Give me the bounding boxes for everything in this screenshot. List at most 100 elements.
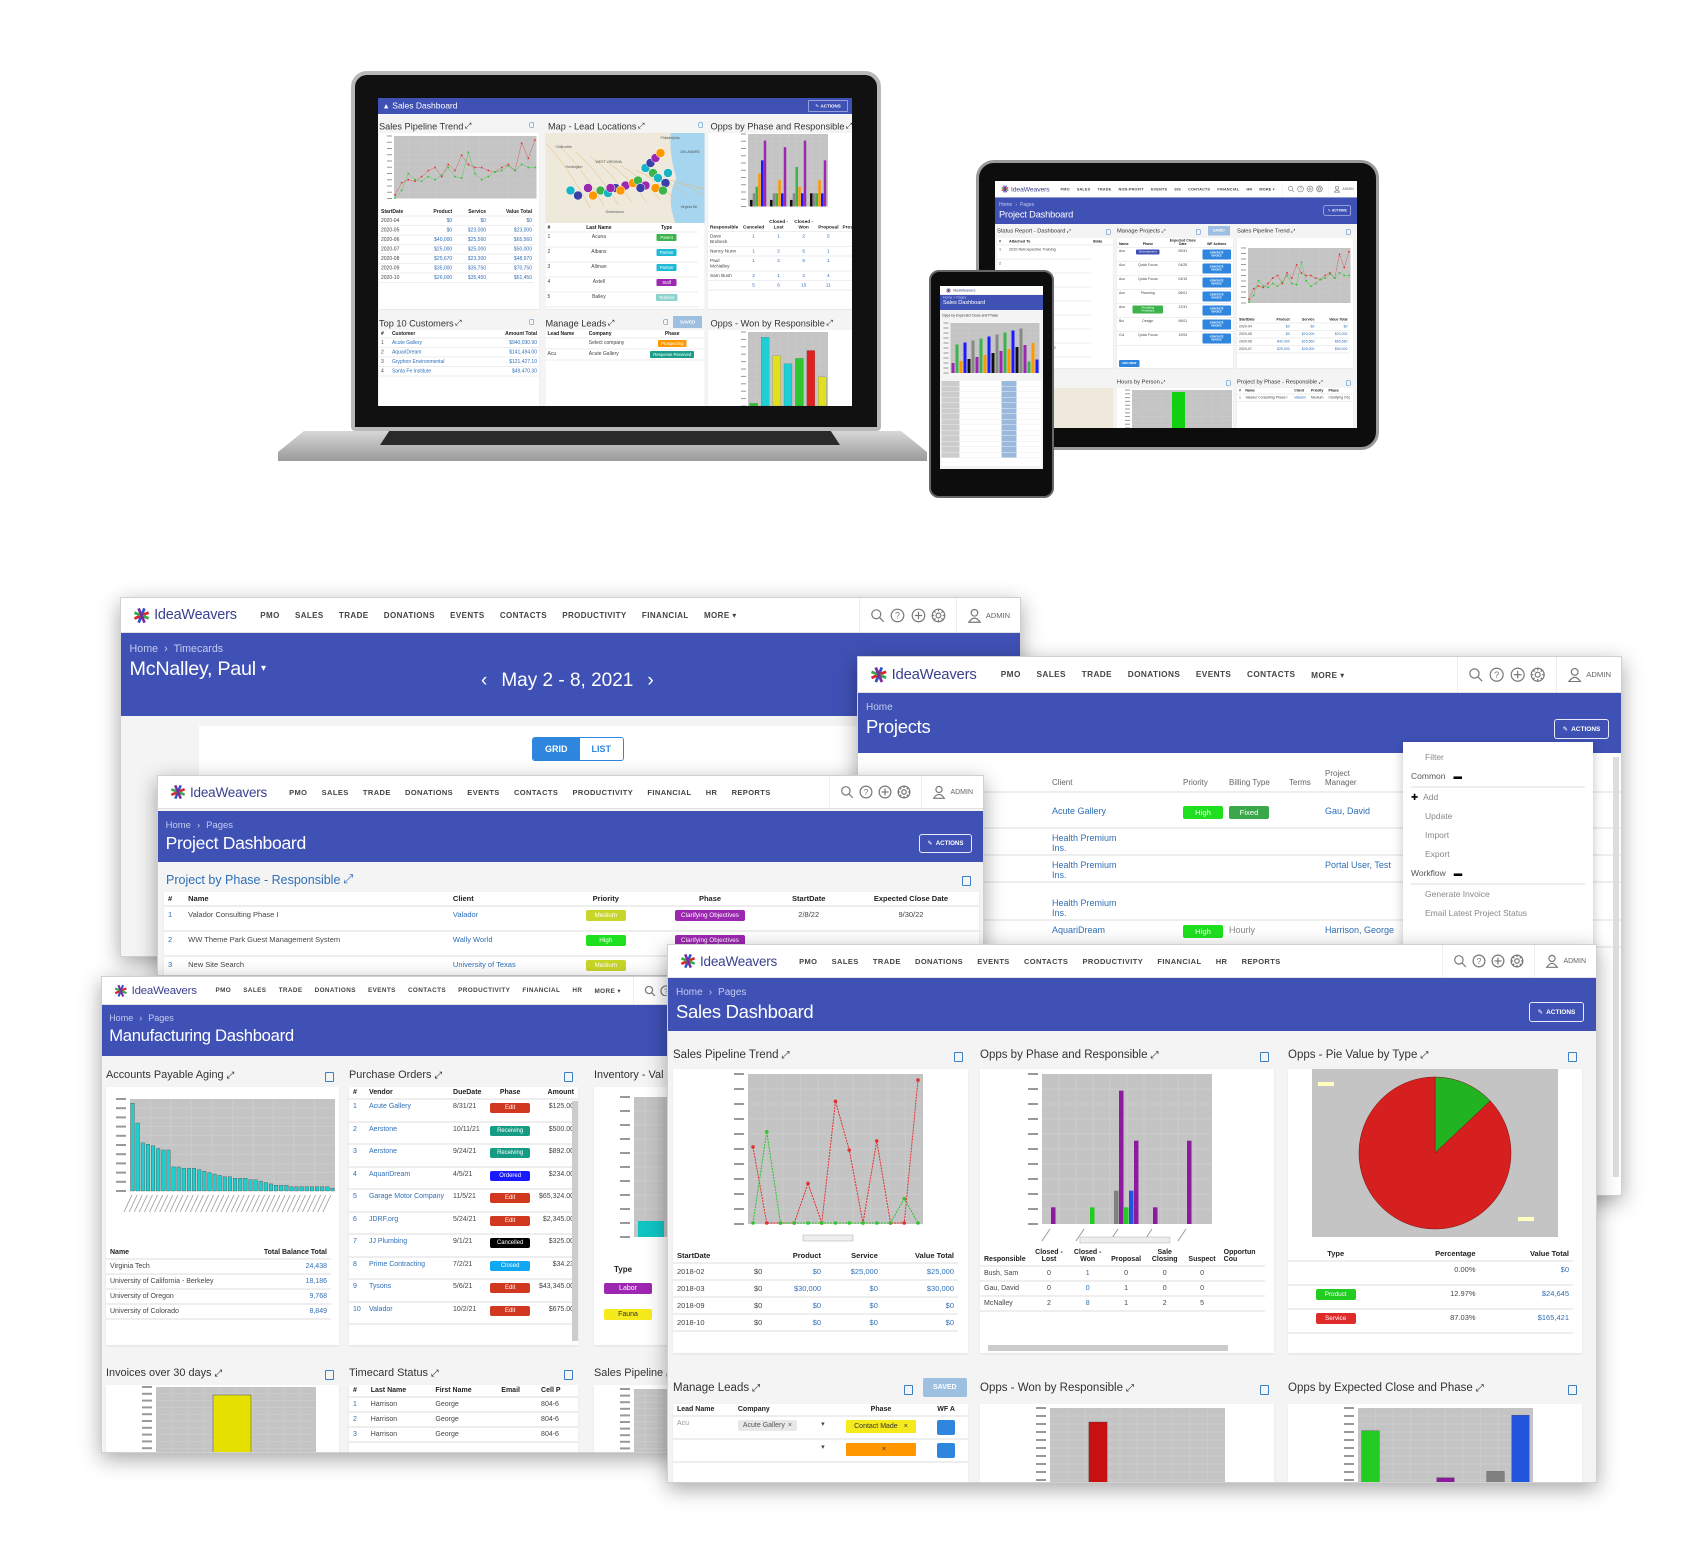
panel-menu-icon[interactable] — [954, 1052, 963, 1062]
table-cell[interactable]: 1 — [741, 246, 767, 257]
column-header-value-total[interactable]: Value Total — [1479, 1247, 1573, 1262]
panel-menu-icon[interactable] — [698, 122, 703, 128]
user-icon[interactable] — [932, 785, 946, 799]
table-row[interactable]: 4 Axtell Staff — [545, 277, 698, 293]
nav-item-pmo[interactable]: PMO — [1001, 670, 1021, 680]
column-header-wf-a[interactable]: WF A — [933, 1404, 968, 1417]
column-header-closed-lost[interactable]: Closed - Lost — [766, 218, 792, 232]
table-cell[interactable]: Acute Gallery — [364, 1099, 450, 1123]
column-header-total-balance-total[interactable]: Total Balance Total — [243, 1247, 331, 1260]
table-cell[interactable]: Health Premium Ins. — [1052, 860, 1132, 880]
status-badge[interactable]: Partner — [656, 264, 677, 271]
column-header-proposal[interactable]: Proposal — [816, 218, 841, 232]
phase-value[interactable]: Quick Focus — [1138, 278, 1157, 282]
status-badge[interactable]: Edit — [490, 1215, 531, 1226]
expand-icon[interactable]: ⤢ — [826, 319, 832, 328]
status-badge[interactable]: Edit — [490, 1283, 531, 1293]
table-cell[interactable]: $25,000 — [881, 1263, 958, 1281]
column-header-statu[interactable]: Statu — [1090, 238, 1113, 246]
expand-icon[interactable]: ⤢ — [781, 1050, 789, 1061]
column-header-0[interactable]: # — [379, 330, 390, 339]
expand-icon[interactable]: ⤢ — [1420, 1050, 1428, 1061]
column-header-startdate[interactable]: StartDate — [673, 1249, 740, 1264]
table-row[interactable]: 2020-06 $40,000 $25,560 $65,560 — [1237, 338, 1350, 346]
table-cell[interactable]: Acute Gallery — [389, 338, 482, 348]
user-menu[interactable]: ADMIN — [1327, 181, 1357, 197]
table-row[interactable]: 5 6 15 11 — [708, 280, 852, 291]
next-week-icon[interactable]: › — [647, 670, 653, 692]
settings-icon[interactable] — [897, 785, 911, 799]
column-header-phase[interactable]: Phase — [485, 1087, 535, 1100]
actions-button[interactable]: ✎ ACTIONS — [1323, 205, 1351, 216]
generate-invoice-button[interactable]: GENERATE INVOICE — [1202, 305, 1231, 316]
panel-menu-icon[interactable] — [962, 876, 971, 886]
table-row[interactable]: 5 Bailey Teacher — [545, 292, 698, 308]
settings-icon[interactable] — [1316, 185, 1323, 193]
user-menu[interactable]: ADMIN — [955, 598, 1020, 633]
horizontal-scrollbar[interactable] — [988, 1345, 1228, 1351]
menu-section-workflow[interactable]: Workflow ▬ — [1411, 864, 1585, 885]
table-cell[interactable]: $50,000 — [1316, 345, 1350, 354]
column-header-attached-to[interactable]: Attached To — [1007, 238, 1091, 246]
breadcrumb-item-pages[interactable]: Pages — [718, 987, 746, 998]
nav-item-productivity[interactable]: PRODUCTIVITY — [458, 987, 510, 995]
breadcrumb-item-pages[interactable]: Pages — [148, 1013, 174, 1023]
help-icon[interactable]: ? — [1489, 667, 1504, 682]
table-cell[interactable]: 8 — [349, 1256, 365, 1280]
table-row[interactable]: 2018-09 $0 $0 $0 $0 — [673, 1297, 958, 1315]
panel-menu-icon[interactable] — [1260, 1385, 1269, 1395]
table-cell[interactable]: $0 — [766, 1314, 826, 1332]
table-cell[interactable]: $35,000 — [419, 263, 455, 274]
table-cell[interactable]: 2 — [349, 1412, 367, 1428]
table-row[interactable]: 4 AquariDream 4/5/21 Ordered $234.00 — [349, 1166, 578, 1190]
column-header-closed-lost[interactable]: Closed - Lost — [1029, 1247, 1069, 1267]
table-row[interactable]: 2020-05 $0 $23,000 $23,000 — [1237, 330, 1350, 339]
table-cell[interactable]: $0 — [766, 1263, 826, 1281]
panel-menu-icon[interactable] — [1346, 380, 1351, 386]
table-row[interactable]: 1 Acute Gallery $940,030.90 — [379, 338, 539, 348]
column-header-lead-name[interactable]: Lead Name — [545, 330, 587, 339]
table-row[interactable]: 1 Harrison George 804-6 — [349, 1397, 578, 1413]
table-row[interactable]: 8 Prime Contracting 7/2/21 Closed $34.23 — [349, 1256, 578, 1280]
ideaweavers-logo[interactable]: IdeaWeavers — [870, 666, 977, 684]
nav-item-pmo[interactable]: PMO — [215, 987, 231, 995]
column-header-0[interactable]: # — [997, 238, 1008, 246]
phase-value[interactable]: Design — [1142, 320, 1153, 324]
settings-icon[interactable] — [1510, 954, 1524, 968]
user-icon[interactable] — [1567, 667, 1582, 683]
table-row[interactable]: Bush, Sam 0 1 0 0 0 — [980, 1266, 1265, 1282]
remove-icon[interactable]: × — [788, 1422, 792, 1429]
status-badge[interactable]: High — [1183, 925, 1223, 938]
actions-button[interactable]: ✎ ACTIONS — [919, 833, 972, 853]
nav-item-donations[interactable]: DONATIONS — [1128, 670, 1181, 680]
table-cell[interactable]: $65,560 — [488, 235, 534, 245]
person-dropdown-caret[interactable]: ▾ — [261, 663, 266, 674]
nav-item-trade[interactable]: TRADE — [339, 611, 369, 620]
column-header-canceled[interactable]: Canceled — [741, 218, 767, 232]
table-cell[interactable]: 2 — [766, 246, 792, 257]
table-cell[interactable]: $165,421 — [1479, 1309, 1573, 1334]
nav-item-contacts[interactable]: CONTACTS — [408, 987, 446, 995]
nav-item-donations[interactable]: DONATIONS — [315, 987, 356, 995]
actions-button[interactable]: ✎ ACTIONS — [808, 100, 848, 112]
table-row[interactable]: Bui Design 06/01 GENERATE INVOICE — [1117, 317, 1233, 332]
nav-item-events[interactable]: EVENTS — [368, 987, 396, 995]
wf-cell[interactable] — [933, 1439, 968, 1463]
phase-value[interactable]: Providing Feedback — [1132, 305, 1164, 314]
add-icon[interactable] — [878, 785, 892, 799]
table-cell[interactable]: $0 — [419, 225, 455, 236]
nav-item-sales[interactable]: SALES — [322, 788, 349, 797]
table-cell[interactable]: $25,000 — [1266, 345, 1292, 354]
nav-item-financial[interactable]: FINANCIAL — [1157, 957, 1201, 966]
nav-item-sales[interactable]: SALES — [832, 957, 859, 966]
nav-item-productivity[interactable]: PRODUCTIVITY — [573, 788, 634, 797]
table-row[interactable]: 2020-06 $40,000 $25,560 $65,560 — [379, 235, 534, 245]
dropdown-caret-icon[interactable]: ▾ — [821, 1443, 825, 1451]
expand-icon[interactable]: ⤢ — [227, 1070, 235, 1081]
panel-menu-icon[interactable] — [529, 319, 534, 325]
nav-item-contacts[interactable]: CONTACTS — [500, 611, 547, 620]
expand-icon[interactable]: ⤢ — [752, 1383, 760, 1394]
search-icon[interactable] — [870, 608, 885, 623]
nav-item-reports[interactable]: REPORTS — [1242, 957, 1281, 966]
column-header-phase[interactable]: Phase — [828, 1404, 934, 1417]
